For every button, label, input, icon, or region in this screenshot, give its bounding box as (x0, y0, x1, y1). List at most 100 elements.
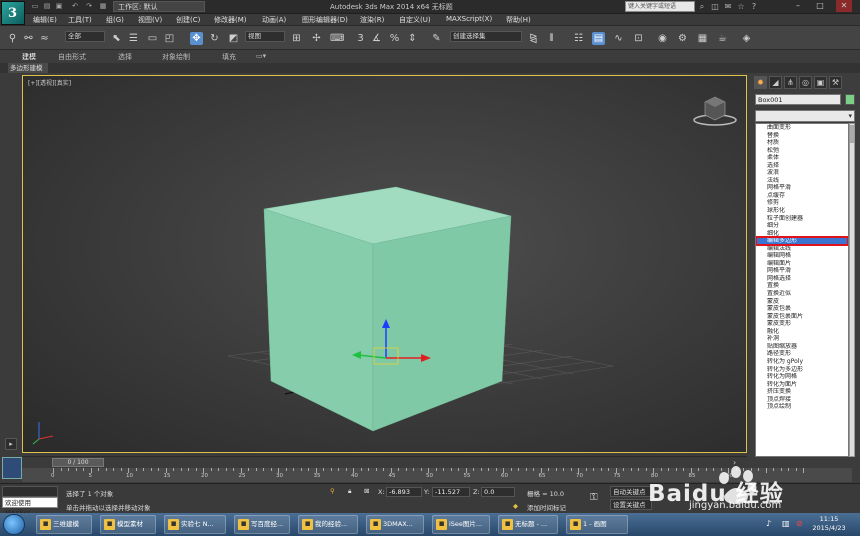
save-file-icon[interactable]: ▣ (54, 2, 64, 11)
modifier-item[interactable]: 球形化 (756, 207, 848, 215)
percent-snap-icon[interactable]: % (388, 32, 401, 45)
help-icon[interactable]: ? (749, 2, 759, 12)
reference-coord-dropdown[interactable]: 视图 (245, 31, 285, 42)
perspective-viewport[interactable]: [+][透视][真实] (22, 75, 747, 453)
select-scale-icon[interactable]: ◩ (227, 32, 240, 45)
modifier-list[interactable]: 曲面变形 替换 材质 松弛 柔体 选择 波浪 法线 网格平滑 点缓存 修剪 球形化 粒子面创建器 细分 细化… (755, 123, 849, 457)
time-config-icon[interactable] (2, 457, 22, 479)
time-slider-thumb[interactable]: 0 / 100 (52, 458, 104, 467)
bind-spacewarp-icon[interactable]: ≈ (38, 32, 51, 45)
ribbon-toggle-icon[interactable]: ▤ (592, 32, 605, 45)
tab-freeform[interactable]: 自由形式 (58, 52, 86, 62)
render-production-icon[interactable]: ◈ (740, 32, 753, 45)
taskbar-task[interactable]: ▪ 模型素材 (100, 515, 156, 534)
tab-populate[interactable]: 填充 (222, 52, 236, 62)
rect-selection-icon[interactable]: ▭ (146, 32, 159, 45)
taskbar-task[interactable]: ▪ 实验七 N... (164, 515, 226, 534)
display-panel-icon[interactable]: ▣ (814, 76, 827, 89)
modifier-item[interactable]: 蒙皮包裹面片 (756, 313, 848, 321)
menu-create[interactable]: 创建(C) (176, 15, 200, 25)
menu-views[interactable]: 视图(V) (138, 15, 162, 25)
menu-tools[interactable]: 工具(T) (68, 15, 92, 25)
schematic-view-icon[interactable]: ⊡ (632, 32, 645, 45)
modifier-item[interactable]: 替换 (756, 132, 848, 140)
z-coordinate-field[interactable]: 0.0 (481, 487, 515, 497)
menu-maxscript[interactable]: MAXScript(X) (446, 15, 492, 23)
modifier-item[interactable]: 蒙皮 (756, 298, 848, 306)
named-selection-dropdown[interactable]: 创建选择集 (450, 31, 522, 42)
subscription-icon[interactable]: ◫ (710, 2, 720, 12)
keyboard-shortcut-icon[interactable]: ⌨ (330, 32, 344, 45)
new-file-icon[interactable]: ▭ (30, 2, 40, 11)
tab-modeling[interactable]: 建模 (22, 52, 36, 62)
maximize-button[interactable]: □ (812, 0, 828, 12)
unlink-icon[interactable]: ⚯ (22, 32, 35, 45)
menu-customize[interactable]: 自定义(U) (399, 15, 431, 25)
modifier-item[interactable]: 修剪 (756, 199, 848, 207)
object-color-swatch[interactable] (845, 94, 855, 105)
modifier-item[interactable]: 贴图缩放器 (756, 343, 848, 351)
maxscript-listener[interactable] (2, 486, 58, 497)
tab-object-paint[interactable]: 对象绘制 (162, 52, 190, 62)
expand-ribbon-icon[interactable]: ▸ (5, 438, 17, 450)
rendered-frame-icon[interactable]: ▦ (696, 32, 709, 45)
menu-rendering[interactable]: 渲染(R) (360, 15, 384, 25)
modifier-item[interactable]: 编辑法线 (756, 245, 848, 253)
menu-group[interactable]: 组(G) (106, 15, 124, 25)
modifier-item[interactable]: 融化 (756, 328, 848, 336)
set-key-button[interactable]: 设置关键点 (610, 499, 652, 510)
modifier-item[interactable]: 选择 (756, 162, 848, 170)
modify-panel-icon[interactable]: ◢ (769, 76, 782, 89)
modifier-item-edit-poly[interactable]: 编辑多边形 (756, 236, 848, 246)
modifier-item[interactable]: 转化为 gPoly (756, 358, 848, 366)
search-input[interactable]: 键入关键字或短语 (625, 1, 695, 12)
maxscript-mini-listener[interactable]: 欢迎使用 MAXScr (2, 497, 58, 517)
select-manipulate-icon[interactable]: ✢ (310, 32, 323, 45)
render-teapot-icon[interactable]: ☕ (716, 32, 729, 45)
modifier-item[interactable]: 顶点绘制 (756, 403, 848, 411)
taskbar-task[interactable]: ▪ 无标题 - ... (498, 515, 558, 534)
modifier-item[interactable]: 蒙皮包裹 (756, 305, 848, 313)
tray-network-icon[interactable]: ▥ (782, 519, 790, 528)
x-coordinate-field[interactable]: -6.893 (386, 487, 422, 497)
pivot-center-icon[interactable]: ⊞ (290, 32, 303, 45)
menu-help[interactable]: 帮助(H) (506, 15, 531, 25)
modifier-item[interactable]: 网格平滑 (756, 267, 848, 275)
app-logo[interactable]: 3 (1, 1, 25, 25)
edit-named-sets-icon[interactable]: ✎ (430, 32, 443, 45)
modifier-item[interactable]: 柔体 (756, 154, 848, 162)
time-tag-icon[interactable]: ◆ (513, 502, 518, 510)
add-time-tag-button[interactable]: 添加时间标记 (527, 502, 566, 512)
align-icon[interactable]: ⫴ (545, 32, 558, 45)
search-icon[interactable]: ⌕ (697, 2, 707, 12)
taskbar-task[interactable]: ▪ 三维建模 (36, 515, 92, 534)
mirror-icon[interactable]: ⧎ (527, 32, 540, 45)
menu-graph-editors[interactable]: 图形编辑器(D) (302, 15, 348, 25)
y-coordinate-field[interactable]: -11.527 (432, 487, 470, 497)
next-frame-icon[interactable]: › (733, 458, 745, 468)
modifier-item[interactable]: 曲面变形 (756, 124, 848, 132)
modifier-item[interactable]: 松弛 (756, 147, 848, 155)
selection-filter-dropdown[interactable]: 全部 (65, 31, 105, 42)
menu-modifiers[interactable]: 修改器(M) (214, 15, 247, 25)
modifier-item[interactable]: 转化为面片 (756, 381, 848, 389)
tray-volume-icon[interactable]: ♪ (766, 519, 771, 528)
modifier-list-dropdown[interactable]: ▾ (755, 110, 855, 122)
open-file-icon[interactable]: ▤ (42, 2, 52, 11)
lock-selection-icon[interactable]: 🔒︎ (348, 487, 351, 496)
key-mode-icon[interactable]: ⚿ (590, 492, 598, 503)
modifier-item[interactable]: 蒙皮变形 (756, 320, 848, 328)
close-button[interactable]: ✕ (836, 0, 852, 12)
modifier-item[interactable]: 网格选择 (756, 275, 848, 283)
taskbar-task[interactable]: ▪ iSee图片... (432, 515, 490, 534)
motion-panel-icon[interactable]: ◎ (799, 76, 812, 89)
material-editor-icon[interactable]: ◉ (656, 32, 669, 45)
ribbon-options-icon[interactable]: ▭▾ (256, 52, 266, 60)
modifier-item[interactable]: 挤压变换 (756, 388, 848, 396)
object-name-field[interactable]: Box001 (755, 94, 841, 105)
snaps-toggle-icon[interactable]: 3 (354, 32, 367, 45)
polygon-modeling-tab[interactable]: 多边形建模 (8, 63, 48, 73)
time-slider[interactable]: 0 / 100 › (22, 456, 747, 468)
taskbar-task[interactable]: ▪ 3DMAX... (366, 515, 424, 534)
modifier-item[interactable]: 置换近似 (756, 290, 848, 298)
